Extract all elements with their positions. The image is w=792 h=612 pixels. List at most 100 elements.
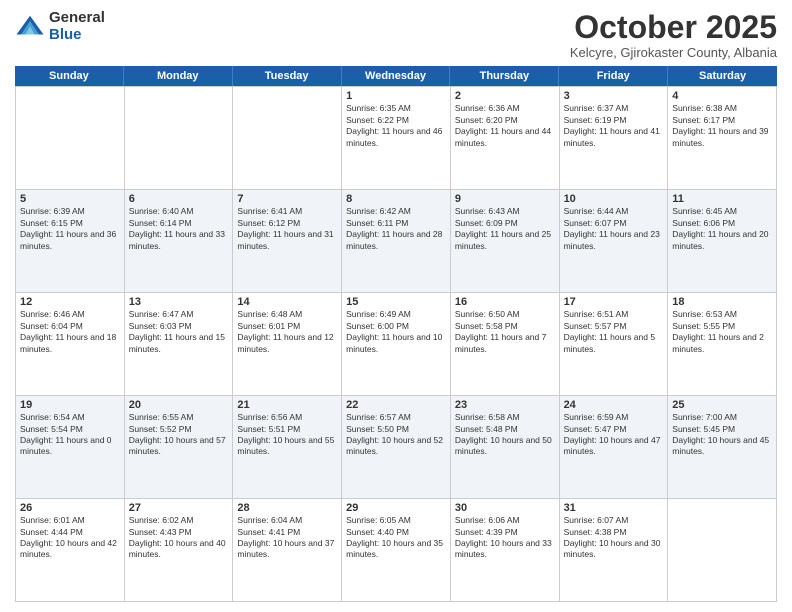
cal-cell bbox=[125, 87, 234, 190]
cal-cell: 25Sunrise: 7:00 AM Sunset: 5:45 PM Dayli… bbox=[668, 396, 777, 499]
cal-cell: 1Sunrise: 6:35 AM Sunset: 6:22 PM Daylig… bbox=[342, 87, 451, 190]
day-number: 18 bbox=[672, 296, 772, 308]
day-number: 24 bbox=[564, 399, 664, 411]
cal-cell: 28Sunrise: 6:04 AM Sunset: 4:41 PM Dayli… bbox=[233, 499, 342, 602]
day-number: 13 bbox=[129, 296, 229, 308]
logo-general: General bbox=[49, 10, 105, 27]
cal-cell: 23Sunrise: 6:58 AM Sunset: 5:48 PM Dayli… bbox=[451, 396, 560, 499]
cal-cell: 31Sunrise: 6:07 AM Sunset: 4:38 PM Dayli… bbox=[560, 499, 669, 602]
cal-cell: 20Sunrise: 6:55 AM Sunset: 5:52 PM Dayli… bbox=[125, 396, 234, 499]
cal-cell: 21Sunrise: 6:56 AM Sunset: 5:51 PM Dayli… bbox=[233, 396, 342, 499]
day-number: 27 bbox=[129, 502, 229, 514]
day-number: 21 bbox=[237, 399, 337, 411]
cell-text: Sunrise: 6:50 AM Sunset: 5:58 PM Dayligh… bbox=[455, 309, 555, 355]
day-number: 8 bbox=[346, 193, 446, 205]
header-day-saturday: Saturday bbox=[668, 66, 777, 86]
cal-cell: 30Sunrise: 6:06 AM Sunset: 4:39 PM Dayli… bbox=[451, 499, 560, 602]
header-day-friday: Friday bbox=[559, 66, 668, 86]
cell-text: Sunrise: 6:45 AM Sunset: 6:06 PM Dayligh… bbox=[672, 206, 772, 252]
cell-text: Sunrise: 6:04 AM Sunset: 4:41 PM Dayligh… bbox=[237, 515, 337, 561]
day-number: 3 bbox=[564, 90, 664, 102]
cal-cell: 14Sunrise: 6:48 AM Sunset: 6:01 PM Dayli… bbox=[233, 293, 342, 396]
calendar-body: 1Sunrise: 6:35 AM Sunset: 6:22 PM Daylig… bbox=[15, 86, 777, 602]
cal-cell: 4Sunrise: 6:38 AM Sunset: 6:17 PM Daylig… bbox=[668, 87, 777, 190]
cell-text: Sunrise: 6:55 AM Sunset: 5:52 PM Dayligh… bbox=[129, 412, 229, 458]
page: General Blue October 2025 Kelcyre, Gjiro… bbox=[0, 0, 792, 612]
day-number: 25 bbox=[672, 399, 772, 411]
cal-cell: 11Sunrise: 6:45 AM Sunset: 6:06 PM Dayli… bbox=[668, 190, 777, 293]
logo: General Blue bbox=[15, 10, 105, 43]
logo-text: General Blue bbox=[49, 10, 105, 43]
cal-cell: 18Sunrise: 6:53 AM Sunset: 5:55 PM Dayli… bbox=[668, 293, 777, 396]
day-number: 16 bbox=[455, 296, 555, 308]
cal-cell bbox=[233, 87, 342, 190]
cell-text: Sunrise: 6:07 AM Sunset: 4:38 PM Dayligh… bbox=[564, 515, 664, 561]
calendar: SundayMondayTuesdayWednesdayThursdayFrid… bbox=[15, 66, 777, 602]
cal-cell: 12Sunrise: 6:46 AM Sunset: 6:04 PM Dayli… bbox=[16, 293, 125, 396]
day-number: 28 bbox=[237, 502, 337, 514]
header-day-sunday: Sunday bbox=[15, 66, 124, 86]
cell-text: Sunrise: 6:58 AM Sunset: 5:48 PM Dayligh… bbox=[455, 412, 555, 458]
cal-cell: 2Sunrise: 6:36 AM Sunset: 6:20 PM Daylig… bbox=[451, 87, 560, 190]
cell-text: Sunrise: 6:35 AM Sunset: 6:22 PM Dayligh… bbox=[346, 103, 446, 149]
cal-cell bbox=[16, 87, 125, 190]
cal-cell: 7Sunrise: 6:41 AM Sunset: 6:12 PM Daylig… bbox=[233, 190, 342, 293]
cell-text: Sunrise: 6:46 AM Sunset: 6:04 PM Dayligh… bbox=[20, 309, 120, 355]
cell-text: Sunrise: 6:44 AM Sunset: 6:07 PM Dayligh… bbox=[564, 206, 664, 252]
location: Kelcyre, Gjirokaster County, Albania bbox=[570, 45, 777, 60]
header: General Blue October 2025 Kelcyre, Gjiro… bbox=[15, 10, 777, 60]
cal-cell: 26Sunrise: 6:01 AM Sunset: 4:44 PM Dayli… bbox=[16, 499, 125, 602]
title-block: October 2025 Kelcyre, Gjirokaster County… bbox=[570, 10, 777, 60]
day-number: 19 bbox=[20, 399, 120, 411]
day-number: 26 bbox=[20, 502, 120, 514]
cal-cell: 27Sunrise: 6:02 AM Sunset: 4:43 PM Dayli… bbox=[125, 499, 234, 602]
cell-text: Sunrise: 6:54 AM Sunset: 5:54 PM Dayligh… bbox=[20, 412, 120, 458]
cell-text: Sunrise: 6:05 AM Sunset: 4:40 PM Dayligh… bbox=[346, 515, 446, 561]
week-row-4: 19Sunrise: 6:54 AM Sunset: 5:54 PM Dayli… bbox=[16, 396, 777, 499]
day-number: 12 bbox=[20, 296, 120, 308]
week-row-3: 12Sunrise: 6:46 AM Sunset: 6:04 PM Dayli… bbox=[16, 293, 777, 396]
cell-text: Sunrise: 6:43 AM Sunset: 6:09 PM Dayligh… bbox=[455, 206, 555, 252]
cal-cell: 8Sunrise: 6:42 AM Sunset: 6:11 PM Daylig… bbox=[342, 190, 451, 293]
day-number: 10 bbox=[564, 193, 664, 205]
day-number: 29 bbox=[346, 502, 446, 514]
cal-cell: 22Sunrise: 6:57 AM Sunset: 5:50 PM Dayli… bbox=[342, 396, 451, 499]
cal-cell: 17Sunrise: 6:51 AM Sunset: 5:57 PM Dayli… bbox=[560, 293, 669, 396]
cell-text: Sunrise: 6:56 AM Sunset: 5:51 PM Dayligh… bbox=[237, 412, 337, 458]
day-number: 22 bbox=[346, 399, 446, 411]
cell-text: Sunrise: 6:49 AM Sunset: 6:00 PM Dayligh… bbox=[346, 309, 446, 355]
day-number: 7 bbox=[237, 193, 337, 205]
month-title: October 2025 bbox=[570, 10, 777, 45]
cal-cell: 24Sunrise: 6:59 AM Sunset: 5:47 PM Dayli… bbox=[560, 396, 669, 499]
header-day-tuesday: Tuesday bbox=[233, 66, 342, 86]
cell-text: Sunrise: 6:57 AM Sunset: 5:50 PM Dayligh… bbox=[346, 412, 446, 458]
cell-text: Sunrise: 6:01 AM Sunset: 4:44 PM Dayligh… bbox=[20, 515, 120, 561]
day-number: 11 bbox=[672, 193, 772, 205]
cal-cell: 6Sunrise: 6:40 AM Sunset: 6:14 PM Daylig… bbox=[125, 190, 234, 293]
logo-blue: Blue bbox=[49, 27, 105, 44]
logo-icon bbox=[15, 12, 45, 42]
cell-text: Sunrise: 6:40 AM Sunset: 6:14 PM Dayligh… bbox=[129, 206, 229, 252]
cal-cell: 19Sunrise: 6:54 AM Sunset: 5:54 PM Dayli… bbox=[16, 396, 125, 499]
cell-text: Sunrise: 6:36 AM Sunset: 6:20 PM Dayligh… bbox=[455, 103, 555, 149]
day-number: 20 bbox=[129, 399, 229, 411]
cell-text: Sunrise: 6:51 AM Sunset: 5:57 PM Dayligh… bbox=[564, 309, 664, 355]
cell-text: Sunrise: 6:02 AM Sunset: 4:43 PM Dayligh… bbox=[129, 515, 229, 561]
day-number: 1 bbox=[346, 90, 446, 102]
day-number: 6 bbox=[129, 193, 229, 205]
cell-text: Sunrise: 6:37 AM Sunset: 6:19 PM Dayligh… bbox=[564, 103, 664, 149]
cal-cell: 3Sunrise: 6:37 AM Sunset: 6:19 PM Daylig… bbox=[560, 87, 669, 190]
week-row-1: 1Sunrise: 6:35 AM Sunset: 6:22 PM Daylig… bbox=[16, 87, 777, 190]
day-number: 5 bbox=[20, 193, 120, 205]
week-row-2: 5Sunrise: 6:39 AM Sunset: 6:15 PM Daylig… bbox=[16, 190, 777, 293]
cal-cell: 9Sunrise: 6:43 AM Sunset: 6:09 PM Daylig… bbox=[451, 190, 560, 293]
cell-text: Sunrise: 6:41 AM Sunset: 6:12 PM Dayligh… bbox=[237, 206, 337, 252]
cell-text: Sunrise: 6:47 AM Sunset: 6:03 PM Dayligh… bbox=[129, 309, 229, 355]
day-number: 4 bbox=[672, 90, 772, 102]
day-number: 2 bbox=[455, 90, 555, 102]
day-number: 17 bbox=[564, 296, 664, 308]
day-number: 15 bbox=[346, 296, 446, 308]
cell-text: Sunrise: 7:00 AM Sunset: 5:45 PM Dayligh… bbox=[672, 412, 772, 458]
cal-cell: 16Sunrise: 6:50 AM Sunset: 5:58 PM Dayli… bbox=[451, 293, 560, 396]
day-number: 30 bbox=[455, 502, 555, 514]
